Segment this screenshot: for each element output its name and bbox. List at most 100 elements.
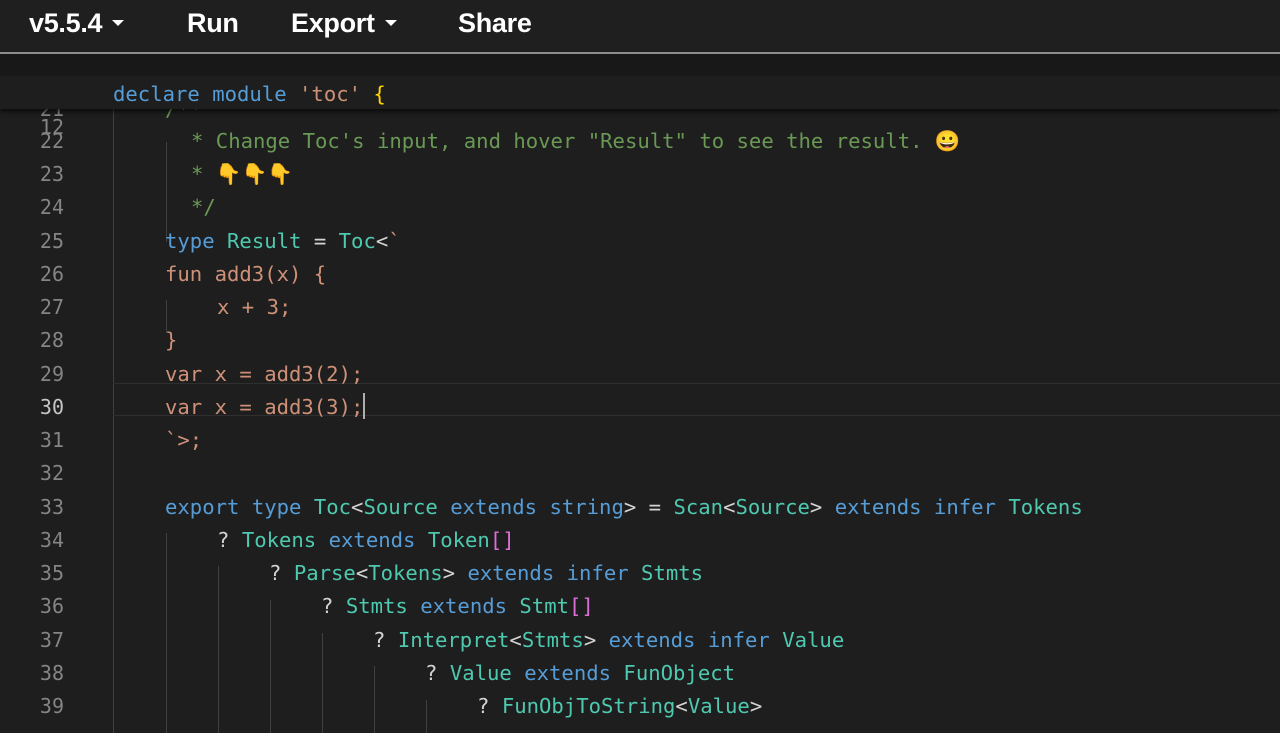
code-line-row[interactable]: 35? Parse<Tokens> extends infer Stmts <box>0 557 1280 590</box>
code-token: Source <box>363 495 438 519</box>
code-token: < <box>355 561 369 585</box>
code-line-row[interactable]: 36? Stmts extends Stmt[] <box>0 590 1280 623</box>
code-line-row[interactable]: 31 `>; <box>0 424 1280 457</box>
code-token: Scan <box>673 495 724 519</box>
code-token: extends <box>834 495 922 519</box>
line-number: 36 <box>39 594 64 618</box>
sticky-scroll-header[interactable]: 12 declare module 'toc' { <box>0 76 1280 139</box>
code-line-row[interactable]: 22 * Change Toc's input, and hover "Resul… <box>0 125 1280 158</box>
line-number: 39 <box>39 694 64 718</box>
run-button[interactable]: Run <box>187 0 239 46</box>
code-token: 'toc' <box>299 82 362 106</box>
code-token: > <box>623 495 637 519</box>
code-text: ? Interpret<Stmts> extends infer Value <box>373 624 844 657</box>
chevron-down-icon <box>112 19 125 26</box>
code-token: Parse <box>293 561 356 585</box>
code-text: type Result = Toc<` <box>165 225 401 258</box>
code-token: FunObject <box>623 661 736 685</box>
code-text: `>; <box>165 424 202 457</box>
code-line-row[interactable]: 23 * 👇👇👇 <box>0 158 1280 191</box>
version-dropdown[interactable]: v5.5.4 <box>29 0 125 46</box>
code-token: extends <box>420 594 508 618</box>
code-text: */ <box>191 191 216 224</box>
code-line-row[interactable]: 25 type Result = Toc<` <box>0 225 1280 258</box>
code-token: Result <box>227 229 302 253</box>
code-token: > <box>809 495 823 519</box>
code-line: declare module 'toc' { <box>113 78 386 111</box>
code-line-row[interactable]: 26 fun add3(x) { <box>0 258 1280 291</box>
code-token: type <box>165 229 215 253</box>
code-token: export <box>165 495 240 519</box>
code-line-row[interactable]: 33 export type Toc<Source extends string>… <box>0 491 1280 524</box>
code-token: ? <box>425 661 438 685</box>
code-token: infer <box>707 628 770 652</box>
code-line-row[interactable]: 24 */ <box>0 191 1280 224</box>
code-line-row[interactable]: 27 x + 3; <box>0 291 1280 324</box>
line-number: 28 <box>39 328 64 352</box>
code-token: Value <box>687 694 750 718</box>
line-number: 32 <box>39 461 64 485</box>
code-token: > <box>583 628 597 652</box>
code-line-row[interactable]: 37 ? Interpret<Stmts> extends infer Value <box>0 624 1280 657</box>
code-line-row[interactable]: 39 ? FunObjToString<Value> <box>0 690 1280 723</box>
line-number: 30 <box>39 395 64 419</box>
line-number: 35 <box>39 561 64 585</box>
code-token: type <box>251 495 302 519</box>
export-dropdown[interactable]: Export <box>291 0 397 46</box>
template-string-token: var x = add3(2); <box>165 362 364 386</box>
code-line-row[interactable]: 32 <box>0 457 1280 490</box>
line-number: 31 <box>39 428 64 452</box>
toolbar: v5.5.4 Run Export Share <box>0 0 1280 54</box>
code-token: < <box>351 495 364 519</box>
line-number: 26 <box>39 262 64 286</box>
share-button[interactable]: Share <box>458 0 532 46</box>
code-token: extends <box>524 661 612 685</box>
code-line-row[interactable]: 30 var x = add3(3); <box>0 391 1280 424</box>
code-text: * Change Toc's input, and hover "Result"… <box>191 125 961 158</box>
code-line-row[interactable]: 34? Tokens extends Token[] <box>0 524 1280 557</box>
code-token: FunObjToString <box>501 694 676 718</box>
template-string-token: `>; <box>165 428 203 452</box>
code-token: = <box>648 495 662 519</box>
code-token: Tokens <box>1008 495 1083 519</box>
code-token: [] <box>489 528 515 552</box>
code-editor[interactable]: 12 declare module 'toc' { 21/** 22 * Chang… <box>0 76 1280 733</box>
code-token: Interpret <box>397 628 510 652</box>
code-line-row[interactable]: 28} <box>0 324 1280 357</box>
code-token: < <box>723 495 736 519</box>
code-token: < <box>509 628 522 652</box>
code-token: ? <box>373 628 386 652</box>
code-token: { <box>373 82 386 106</box>
code-line-row[interactable]: 38? Value extends FunObject <box>0 657 1280 690</box>
version-label: v5.5.4 <box>29 8 103 38</box>
template-string-token: var x = add3(3); <box>165 395 364 419</box>
code-token: string <box>549 495 624 519</box>
code-line-row[interactable]: 29 var x = add3(2); <box>0 358 1280 391</box>
toolbar-spacer <box>0 54 1280 76</box>
code-token: Stmt <box>519 594 570 618</box>
code-token: infer <box>566 561 629 585</box>
code-token: > <box>442 561 456 585</box>
code-text: ? FunObjToString<Value> <box>477 690 762 723</box>
line-number: 38 <box>39 661 64 685</box>
code-token: Value <box>449 661 512 685</box>
line-number: 37 <box>39 628 64 652</box>
code-token: = <box>313 229 327 253</box>
code-token: [] <box>569 594 594 618</box>
line-number: 29 <box>39 362 64 386</box>
code-token: ? <box>269 561 282 585</box>
